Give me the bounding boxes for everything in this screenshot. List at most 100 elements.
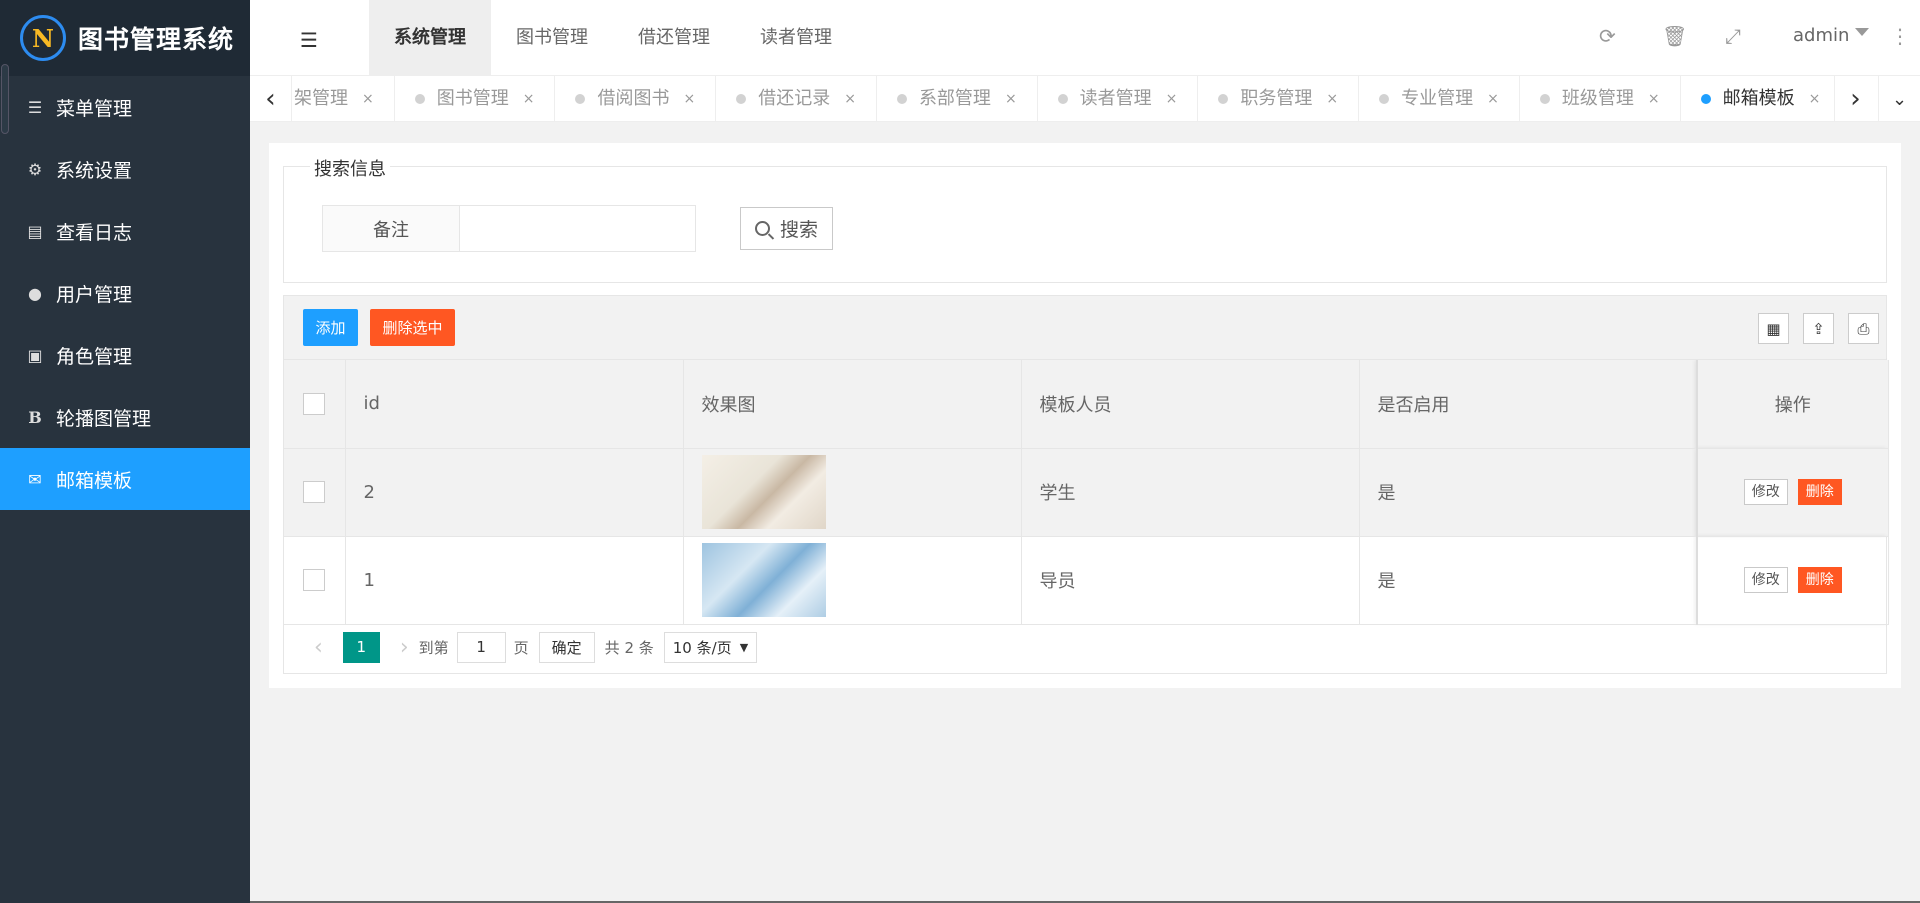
sidebar-menu: ☰ 菜单管理 ⚙ 系统设置 ▤ 查看日志 ● 用户管理 ▣ 角色管理 B 轮播图管理 ✉ 邮箱… [0, 76, 250, 510]
app-logo: N 图书管理系统 [0, 0, 250, 76]
print-icon[interactable]: ⎙ [1848, 313, 1879, 344]
remark-label: 备注 [322, 205, 460, 252]
tab-class-management[interactable]: 班级管理 × [1520, 76, 1681, 121]
select-arrow-icon: ▼ [739, 640, 749, 654]
row-checkbox[interactable] [303, 481, 326, 503]
remark-input[interactable] [459, 205, 696, 252]
close-icon[interactable]: × [1648, 76, 1660, 121]
tab-major-management[interactable]: 专业管理 × [1359, 76, 1520, 121]
sidebar-item-role-management[interactable]: ▣ 角色管理 [0, 324, 250, 386]
tab-shelf-management[interactable]: 架管理 × [274, 76, 395, 121]
tab-email-template[interactable]: 邮箱模板 × [1681, 76, 1842, 121]
column-header-id[interactable]: id [345, 360, 684, 449]
close-icon[interactable]: × [362, 76, 374, 121]
close-icon[interactable]: × [1326, 76, 1338, 121]
close-icon[interactable]: × [1166, 76, 1178, 121]
tab-scroll-right-icon[interactable]: › [1834, 76, 1876, 121]
delete-button[interactable]: 删除 [1797, 567, 1842, 593]
trash-icon[interactable]: 🗑 [1662, 24, 1687, 48]
confirm-page-button[interactable]: 确定 [538, 631, 595, 663]
close-icon[interactable]: × [1809, 76, 1821, 121]
sidebar-scrollbar[interactable] [1, 64, 9, 134]
sidebar-item-label: 查看日志 [56, 221, 133, 244]
tab-dot [1379, 94, 1390, 104]
tab-label: 班级管理 [1561, 88, 1634, 109]
tab-dot [1700, 94, 1711, 104]
add-button[interactable]: 添加 [303, 309, 358, 346]
main-content: 搜索信息 备注 搜索 添加 删除选中 ▦ ⇪ ⎙ id 效果图 模板人员 是否启… [269, 143, 1901, 688]
close-icon[interactable]: × [523, 76, 535, 121]
sidebar-toggle-icon[interactable]: ☰ [300, 28, 318, 52]
export-icon[interactable]: ⇪ [1803, 313, 1834, 344]
close-icon[interactable]: × [844, 76, 856, 121]
tab-position-management[interactable]: 职务管理 × [1198, 76, 1360, 121]
goto-label: 到第 [418, 638, 449, 657]
nav-reader-management[interactable]: 读者管理 [735, 0, 857, 76]
tab-department-management[interactable]: 系部管理 × [877, 76, 1038, 121]
tab-dot [1539, 94, 1550, 104]
page-size-select[interactable]: 10 条/页 ▼ [663, 631, 758, 663]
sidebar-item-email-template[interactable]: ✉ 邮箱模板 [0, 448, 250, 510]
goto-page-input[interactable]: 1 [456, 631, 506, 663]
tab-scroll-left-icon[interactable]: ‹ [250, 76, 292, 121]
tab-book-management[interactable]: 图书管理 × [395, 76, 556, 121]
row-checkbox[interactable] [303, 569, 326, 591]
tab-label: 借阅图书 [597, 88, 670, 109]
refresh-icon[interactable]: ⟳ [1599, 24, 1616, 48]
tab-label: 图书管理 [436, 88, 509, 109]
column-header-person[interactable]: 模板人员 [1021, 360, 1360, 449]
search-button[interactable]: 搜索 [740, 207, 833, 250]
sidebar-item-carousel-management[interactable]: B 轮播图管理 [0, 386, 250, 448]
sidebar-item-system-settings[interactable]: ⚙ 系统设置 [0, 138, 250, 200]
tab-list: 架管理 × 图书管理 × 借阅图书 × 借还记录 × 系部管理 × 读者管理 × 职务管理 ×… [274, 76, 1842, 121]
cell-image [683, 448, 1022, 537]
close-icon[interactable]: × [1005, 76, 1017, 121]
tab-dot [1057, 94, 1068, 104]
more-vertical-icon[interactable]: ⋮ [1890, 24, 1910, 48]
search-icon [754, 221, 770, 236]
address-book-icon: ▣ [27, 345, 43, 365]
next-page-icon[interactable]: › [400, 635, 409, 660]
cell-actions: 修改 删除 [1696, 448, 1889, 537]
column-header-image[interactable]: 效果图 [683, 360, 1022, 449]
tab-return-records[interactable]: 借还记录 × [716, 76, 877, 121]
prev-page-icon[interactable]: ‹ [314, 635, 323, 660]
nav-borrow-return-management[interactable]: 借还管理 [613, 0, 735, 76]
sidebar-item-view-logs[interactable]: ▤ 查看日志 [0, 200, 250, 262]
cell-enabled: 是 [1359, 536, 1698, 625]
template-image [701, 543, 826, 617]
template-image [701, 455, 826, 529]
close-icon[interactable]: × [1487, 76, 1499, 121]
tab-dot [1218, 94, 1229, 104]
gear-icon: ⚙ [27, 159, 43, 179]
select-all-checkbox[interactable] [303, 392, 326, 415]
sidebar-item-menu-management[interactable]: ☰ 菜单管理 [0, 76, 250, 138]
user-icon: ● [28, 283, 42, 303]
cell-id: 1 [345, 536, 684, 625]
column-header-enabled[interactable]: 是否启用 [1359, 360, 1698, 449]
delete-button[interactable]: 删除 [1797, 479, 1842, 505]
close-icon[interactable]: × [683, 76, 695, 121]
tab-label: 架管理 [294, 88, 348, 109]
current-page[interactable]: 1 [342, 631, 380, 663]
tab-label: 专业管理 [1401, 88, 1474, 109]
cell-person: 学生 [1021, 448, 1360, 537]
tab-dot [896, 94, 907, 104]
columns-filter-icon[interactable]: ▦ [1758, 313, 1789, 344]
nav-book-management[interactable]: 图书管理 [491, 0, 613, 76]
edit-button[interactable]: 修改 [1743, 567, 1788, 593]
edit-button[interactable]: 修改 [1743, 479, 1788, 505]
app-title: 图书管理系统 [78, 25, 235, 54]
tab-borrow-books[interactable]: 借阅图书 × [555, 76, 717, 121]
fullscreen-icon[interactable]: ⤢ [1725, 24, 1741, 48]
sidebar-item-user-management[interactable]: ● 用户管理 [0, 262, 250, 324]
sidebar: N 图书管理系统 ☰ 菜单管理 ⚙ 系统设置 ▤ 查看日志 ● 用户管理 ▣ 角色管理 B… [0, 0, 250, 903]
tab-reader-management[interactable]: 读者管理 × [1038, 76, 1199, 121]
delete-selected-button[interactable]: 删除选中 [370, 309, 455, 346]
top-header: ☰ 系统管理 图书管理 借还管理 读者管理 ⟳ 🗑 ⤢ admin ⋮ [250, 0, 1920, 76]
chevron-down-icon[interactable]: ⌄ [1878, 76, 1920, 121]
column-header-actions: 操作 [1696, 360, 1889, 449]
nav-system-management[interactable]: 系统管理 [369, 0, 491, 76]
user-menu[interactable]: admin [1793, 25, 1870, 46]
top-nav: 系统管理 图书管理 借还管理 读者管理 [369, 0, 857, 76]
